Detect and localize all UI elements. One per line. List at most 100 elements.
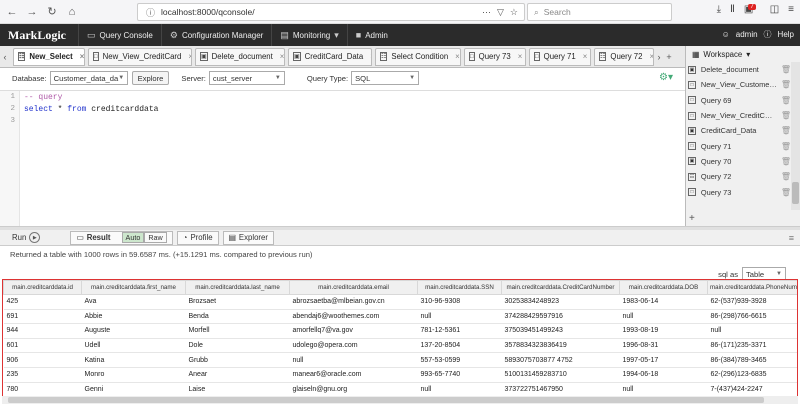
trash-icon[interactable]: 🗑 bbox=[781, 126, 791, 135]
explore-button[interactable]: Explore bbox=[131, 71, 170, 85]
query-tab-new-view-creditcard[interactable]: □New_View_CreditCard× bbox=[88, 47, 192, 66]
column-header[interactable]: main.creditcarddata.id bbox=[3, 280, 82, 295]
table-cell: 1997-05-17 bbox=[619, 352, 708, 368]
browser-search-input[interactable]: ⌕ Search bbox=[527, 3, 672, 21]
workspace-item[interactable]: □ New_View_Custome… 🗑 bbox=[686, 77, 791, 92]
tab-configuration-manager[interactable]: ⚙ Configuration Manager bbox=[160, 24, 271, 46]
workspace-scrollbar[interactable] bbox=[791, 62, 800, 210]
js-icon: ▣ bbox=[688, 126, 696, 135]
page-actions-icon[interactable]: ⋯ bbox=[482, 7, 491, 18]
close-icon[interactable]: × bbox=[188, 52, 191, 61]
workspace-item[interactable]: ▣ Delete_document 🗑 bbox=[686, 62, 791, 77]
user-icon: ☺ bbox=[721, 30, 730, 39]
forward-icon[interactable]: → bbox=[24, 4, 40, 20]
sidebar-icon[interactable]: ◫ bbox=[770, 4, 779, 15]
trash-icon[interactable]: 🗑 bbox=[781, 142, 791, 151]
raw-toggle[interactable]: Raw bbox=[144, 232, 167, 243]
column-header[interactable]: main.creditcarddata.CreditCardNumber bbox=[501, 280, 620, 295]
profile-icon: ◔ bbox=[182, 233, 188, 242]
workspace-scroll-thumb[interactable] bbox=[792, 182, 799, 204]
table-cell: Grubb bbox=[185, 352, 290, 368]
trash-icon[interactable]: 🗑 bbox=[781, 80, 791, 89]
back-icon[interactable]: ← bbox=[4, 4, 20, 20]
home-icon[interactable]: ⌂ bbox=[64, 4, 80, 20]
reload-icon[interactable]: ↻ bbox=[44, 4, 60, 20]
workspace-item[interactable]: ☷ Query 72 🗑 bbox=[686, 169, 791, 184]
column-header[interactable]: main.creditcarddata.last_name bbox=[185, 280, 290, 295]
column-header[interactable]: main.creditcarddata.SSN bbox=[417, 280, 502, 295]
workspace-item[interactable]: □ Query 71 🗑 bbox=[686, 138, 791, 153]
workspace-item[interactable]: ▣ CreditCard_Data 🗑 bbox=[686, 123, 791, 138]
query-tab-query-72[interactable]: ☷ Query 72 × bbox=[594, 47, 654, 66]
workspace-item[interactable]: □ Query 73 🗑 bbox=[686, 184, 791, 199]
workspace-item[interactable]: ▣ Query 70 🗑 bbox=[686, 154, 791, 169]
table-cell: 1993-08-19 bbox=[619, 323, 708, 339]
column-header[interactable]: main.creditcarddata.email bbox=[289, 280, 418, 295]
add-query-icon[interactable]: + bbox=[689, 213, 695, 224]
trash-icon[interactable]: 🗑 bbox=[781, 157, 791, 166]
library-icon[interactable]: Ⅱ bbox=[730, 4, 735, 15]
query-type-select[interactable]: SQL ▼ bbox=[351, 71, 420, 85]
table-cell: 3578834323836419 bbox=[501, 338, 620, 354]
trash-icon[interactable]: 🗑 bbox=[781, 188, 791, 197]
database-select[interactable]: Customer_data_da ▼ bbox=[49, 71, 128, 85]
trash-icon[interactable]: 🗑 bbox=[781, 65, 791, 74]
table-icon: ☷ bbox=[688, 172, 696, 181]
user-name[interactable]: admin bbox=[736, 30, 758, 39]
column-header[interactable]: main.creditcarddata.first_name bbox=[81, 280, 186, 295]
server-select[interactable]: cust_server ▼ bbox=[208, 71, 285, 85]
column-header[interactable]: main.creditcarddata.PhoneNum bbox=[707, 280, 797, 295]
run-button[interactable]: Run ▶ bbox=[12, 232, 41, 243]
table-horizontal-scrollbar[interactable] bbox=[2, 396, 798, 404]
trash-icon[interactable]: 🗑 bbox=[781, 96, 791, 105]
table-cell: 1983-06-14 bbox=[619, 294, 708, 310]
query-tab-query-73[interactable]: □ Query 73 × bbox=[464, 47, 526, 66]
tab-explorer[interactable]: ▤ Explorer bbox=[222, 230, 274, 245]
workspace-item[interactable]: □ Query 69 🗑 bbox=[686, 93, 791, 108]
settings-gear-icon[interactable]: ⚙▾ bbox=[659, 72, 673, 83]
query-tab-query-71[interactable]: □ Query 71 × bbox=[529, 47, 591, 66]
table-cell: 780 bbox=[3, 382, 82, 398]
menu-icon[interactable]: ≡ bbox=[789, 233, 794, 243]
tab-monitoring[interactable]: ▤ Monitoring ▾ bbox=[271, 24, 346, 46]
close-icon[interactable]: × bbox=[280, 52, 284, 61]
bookmark-star-icon[interactable]: ☆ bbox=[510, 7, 518, 18]
tab-result[interactable]: ▭ Result Auto Raw bbox=[70, 230, 173, 245]
table-scroll-thumb[interactable] bbox=[8, 397, 764, 403]
close-icon[interactable]: × bbox=[370, 52, 371, 61]
close-icon[interactable]: × bbox=[583, 52, 588, 61]
close-icon[interactable]: × bbox=[80, 52, 84, 61]
close-icon[interactable]: × bbox=[518, 52, 523, 61]
column-header[interactable]: main.creditcarddata.DOB bbox=[619, 280, 708, 295]
query-tab-delete-document[interactable]: ▣ Delete_document × bbox=[195, 47, 285, 66]
query-tab-creditcard-data[interactable]: ▣CreditCard_Data× bbox=[288, 47, 372, 66]
table-cell: Brozsaet bbox=[185, 294, 290, 310]
menu-icon[interactable]: ≡ bbox=[788, 4, 794, 15]
add-tab-icon[interactable]: + bbox=[664, 52, 674, 62]
pocket-icon[interactable]: ▽ bbox=[497, 7, 504, 18]
tab-profile[interactable]: ◔ Profile bbox=[176, 230, 219, 245]
extension-icon[interactable]: ▣7 bbox=[744, 4, 761, 15]
tab-query-console[interactable]: ▭ Query Console bbox=[78, 24, 161, 46]
auto-toggle[interactable]: Auto bbox=[121, 232, 145, 243]
workspace-query-list: ▣ Delete_document 🗑 □ New_View_Custome… 🗑 □ Q… bbox=[686, 62, 791, 210]
help-link[interactable]: Help bbox=[778, 30, 794, 39]
query-tab-new-select[interactable]: ☷ New_Select × bbox=[13, 47, 85, 66]
workspace-header[interactable]: ▦ Workspace ▾ bbox=[686, 46, 800, 62]
tabs-scroll-left-icon[interactable]: ‹ bbox=[0, 52, 10, 62]
code-editor[interactable]: 1 2 3 -- query select * from creditcardd… bbox=[0, 90, 685, 226]
table-cell: 944 bbox=[3, 323, 82, 339]
close-icon[interactable]: × bbox=[455, 52, 460, 61]
code-content[interactable]: -- query select * from creditcarddata bbox=[24, 91, 158, 127]
table-cell: Benda bbox=[185, 309, 290, 325]
tab-admin[interactable]: ■ Admin bbox=[346, 24, 396, 46]
table-cell: 1994-06-18 bbox=[619, 367, 708, 383]
tabs-scroll-right-icon[interactable]: › bbox=[654, 52, 664, 62]
trash-icon[interactable]: 🗑 bbox=[781, 111, 791, 120]
query-tab-select-condition[interactable]: ☷ Select Condition × bbox=[375, 47, 461, 66]
download-icon[interactable]: ⤓ bbox=[717, 4, 721, 15]
trash-icon[interactable]: 🗑 bbox=[781, 172, 791, 181]
address-bar[interactable]: ⓘ localhost:8000/qconsole/ ⋯ ▽ ☆ bbox=[137, 3, 525, 21]
workspace-item[interactable]: □ New_View_CreditC… 🗑 bbox=[686, 108, 791, 123]
